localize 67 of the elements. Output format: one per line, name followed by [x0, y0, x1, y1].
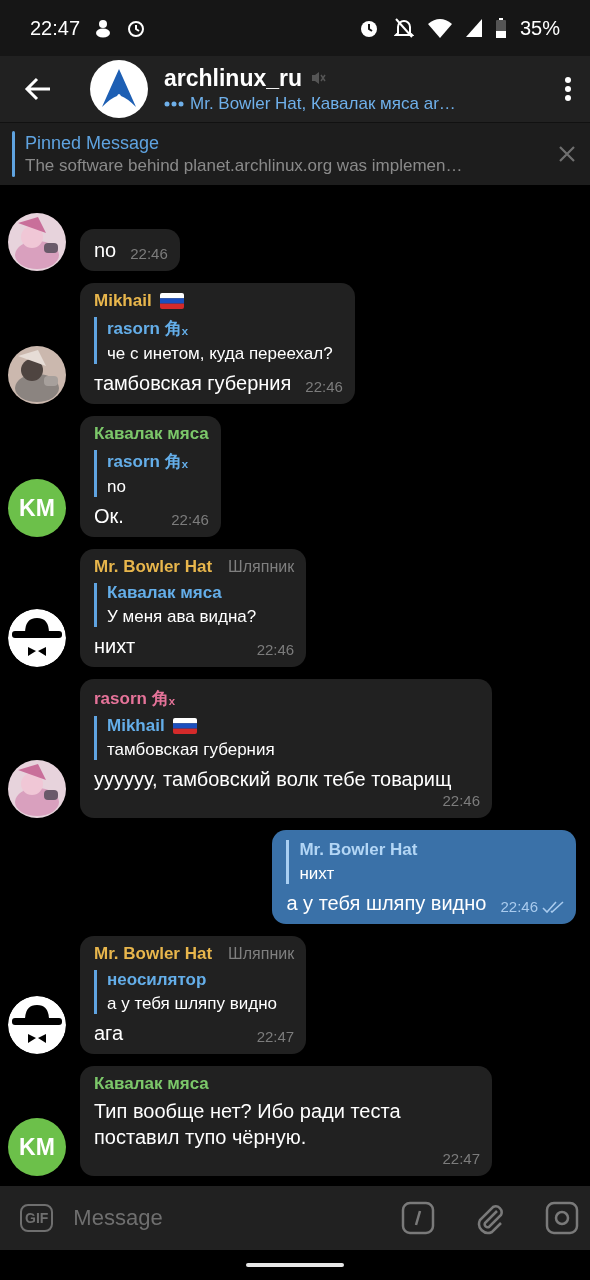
reply-text: нихт	[299, 864, 336, 884]
reply-text: тамбовская губерния	[107, 740, 276, 760]
message-time: 22:46	[305, 378, 343, 395]
alarm-icon	[126, 18, 147, 38]
more-menu-icon[interactable]	[564, 76, 572, 102]
sender-name: Mikhail	[94, 291, 152, 311]
reply-author: rasorn 角ₓ	[107, 451, 188, 473]
battery-icon	[495, 18, 506, 38]
user-initials-avatar: KM	[8, 1118, 66, 1176]
member-title: Шляпник	[228, 945, 295, 963]
sender-name: rasorn 角ₓ	[94, 688, 175, 710]
message-time: 22:46	[256, 641, 295, 658]
bowler-hat-avatar-icon	[8, 996, 66, 1054]
incoming-message-bubble[interactable]: Mr. Bowler Hat Шляпник Кавалак мяса У меня ава видна? нихт 22:46	[80, 549, 307, 667]
pinned-message-text[interactable]: The software behind planet.archlinux.org was implemen…	[25, 155, 558, 176]
message-time: 22:47	[256, 1028, 295, 1045]
incoming-message-bubble[interactable]: Кавалак мяса rasorn 角ₓ no Ок. 22:46	[80, 416, 221, 537]
outgoing-message-bubble[interactable]: Mr. Bowler Hat нихт а у тебя шляпу видно 22:46	[272, 830, 576, 924]
member-title: Шляпник	[228, 558, 295, 576]
pinned-title[interactable]: Pinned Message	[25, 132, 558, 154]
reply-author: Кавалак мяса	[107, 583, 222, 603]
message-text: тамбовская губерния	[94, 371, 292, 396]
message-time: 22:46	[130, 245, 168, 262]
message-text: Ок.	[94, 504, 124, 529]
back-arrow-icon[interactable]	[24, 77, 52, 101]
typing-dots-icon	[164, 100, 184, 107]
incoming-message-bubble[interactable]: no 22:46	[80, 229, 180, 271]
message-text: уууууу, тамбовский волк тебе товарищ	[94, 767, 452, 792]
signal-icon	[465, 19, 482, 37]
camera-icon[interactable]	[545, 1201, 580, 1235]
arch-logo-icon	[90, 60, 148, 118]
message-time: 22:46	[171, 511, 209, 528]
message-text: no	[94, 238, 117, 263]
bowler-hat-avatar-icon	[8, 609, 66, 667]
message-time: 22:46	[442, 792, 480, 809]
typing-status: Mr. Bowler Hat, Кавалак мяса ar…	[190, 93, 456, 114]
reply-author: Mr. Bowler Hat	[299, 840, 418, 860]
sender-name: Кавалак мяса	[94, 1074, 209, 1094]
reply-text: а у тебя шляпу видно	[107, 994, 279, 1014]
user-initials-avatar: KM	[8, 479, 66, 537]
message-time: 22:46	[500, 898, 538, 915]
incoming-message-bubble[interactable]: Mr. Bowler Hat Шляпник неосилятор а у тебя шляпу видно ага 22:47	[80, 936, 307, 1054]
sender-name: Mr. Bowler Hat	[94, 944, 213, 964]
incoming-message-bubble[interactable]: rasorn 角ₓ Mikhail тамбовская губерния уууууу, тамбовский волк тебе товарищ 22:46	[80, 679, 492, 818]
sender-name: Mr. Bowler Hat	[94, 557, 213, 577]
wifi-icon	[427, 18, 452, 38]
reply-author: Mikhail	[107, 716, 165, 736]
message-text: Тип вообще нет? Ибо ради теста поставил тупо чёрную.	[94, 1099, 402, 1150]
bot-command-icon[interactable]	[401, 1201, 436, 1235]
message-time: 22:47	[442, 1150, 480, 1167]
notifications-off-icon	[393, 17, 414, 39]
chat-title: archlinux_ru	[164, 64, 303, 92]
reply-author: rasorn 角ₓ	[107, 318, 188, 340]
message-input[interactable]: Message	[71, 1204, 364, 1232]
reply-text: no	[107, 477, 127, 497]
incoming-message-bubble[interactable]: Mikhail rasorn 角ₓ че с инетом, куда переехал? тамбовская губерния 22:46	[80, 283, 355, 404]
status-time: 22:47	[30, 16, 81, 40]
close-icon[interactable]	[558, 145, 576, 163]
message-text: а у тебя шляпу видно	[286, 891, 487, 916]
sender-name: Кавалак мяса	[94, 424, 209, 444]
reply-text: У меня ава видна?	[107, 607, 258, 627]
battery-percent: 35%	[519, 16, 560, 40]
reply-text: че с инетом, куда переехал?	[107, 344, 334, 364]
incoming-message-bubble[interactable]: Кавалак мяса Тип вообще нет? Ибо ради теста поставил тупо чёрную. 22:47	[80, 1066, 492, 1176]
message-text: нихт	[94, 634, 136, 659]
message-text: ага	[94, 1021, 124, 1046]
reply-author: неосилятор	[107, 970, 207, 990]
